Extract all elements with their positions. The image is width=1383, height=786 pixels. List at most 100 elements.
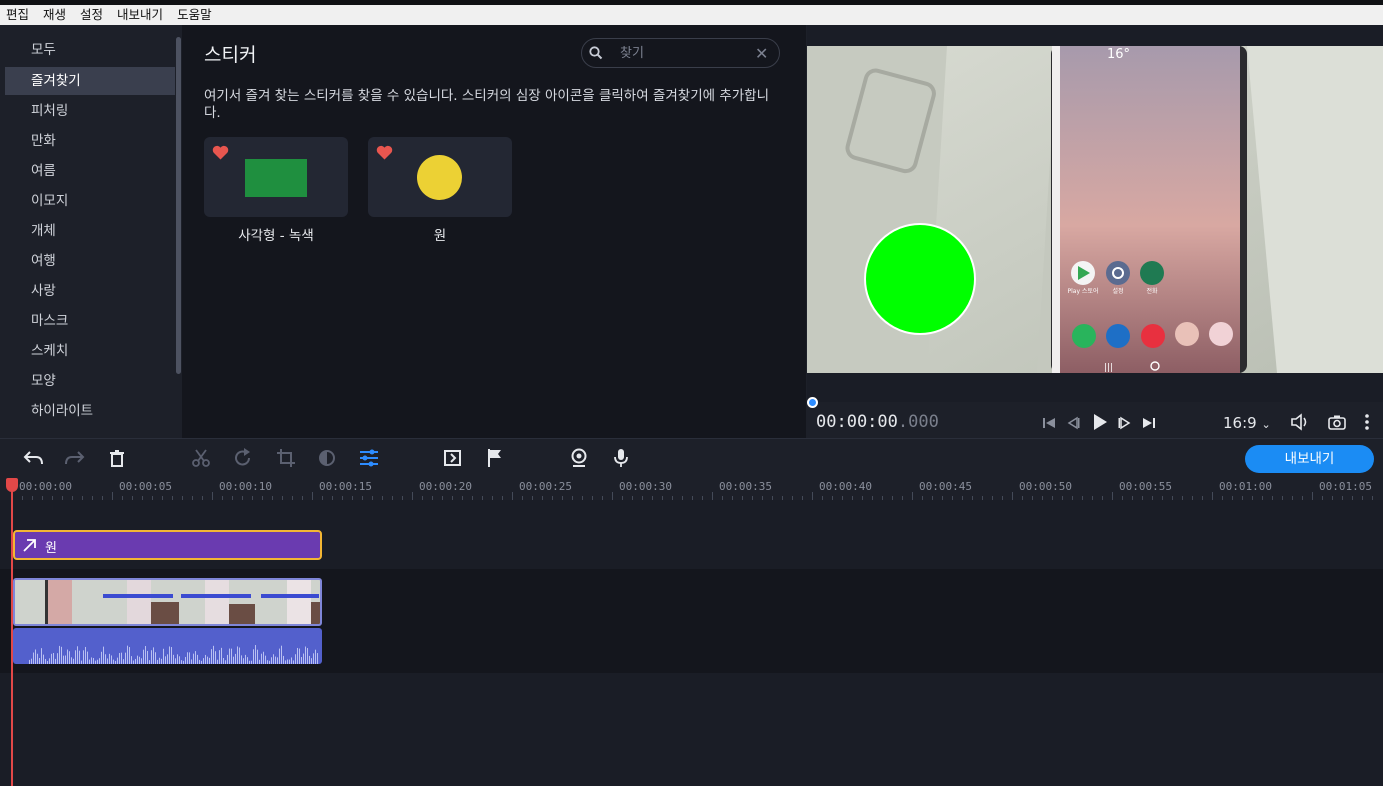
timeline-tick-label: 00:00:05 bbox=[119, 480, 172, 493]
transition-icon[interactable] bbox=[443, 448, 463, 472]
sticker-label: 사각형 - 녹색 bbox=[238, 228, 314, 244]
trash-icon[interactable] bbox=[108, 448, 126, 472]
timeline-tick-label: 00:00:10 bbox=[219, 480, 272, 493]
more-icon[interactable] bbox=[1364, 413, 1370, 435]
menu-playback[interactable]: 재생 bbox=[37, 5, 74, 25]
timeline-tick-label: 00:00:25 bbox=[519, 480, 572, 493]
sidebar-item-summer[interactable]: 여름 bbox=[5, 157, 175, 185]
skip-back-icon[interactable] bbox=[1042, 415, 1056, 434]
sidebar-scrollbar[interactable] bbox=[176, 37, 181, 374]
sticker-clip[interactable] bbox=[13, 530, 322, 560]
sidebar-item-highlights[interactable]: 하이라이트 bbox=[5, 397, 175, 425]
timeline-tick-label: 00:01:05 bbox=[1319, 480, 1372, 493]
sidebar-item-travel[interactable]: 여행 bbox=[5, 247, 175, 275]
timeline-playhead-handle[interactable] bbox=[6, 478, 18, 492]
timeline-playhead[interactable] bbox=[11, 478, 13, 786]
aspect-ratio-select[interactable]: 16:9 ⌄ bbox=[1223, 414, 1271, 432]
timeline-tick bbox=[712, 492, 713, 500]
audio-waveform bbox=[29, 645, 318, 664]
step-back-icon[interactable] bbox=[1066, 415, 1080, 434]
undo-icon[interactable] bbox=[22, 448, 44, 472]
chevron-down-icon: ⌄ bbox=[1261, 418, 1271, 431]
microphone-icon[interactable] bbox=[612, 448, 630, 472]
sidebar-item-objects[interactable]: 개체 bbox=[5, 217, 175, 245]
timeline-tick bbox=[312, 492, 313, 500]
menu-bar: 편집 재생 설정 내보내기 도움말 bbox=[0, 5, 1383, 25]
favorites-description: 여기서 즐겨 찾는 스티커를 찾을 수 있습니다. 스티커의 심장 아이콘을 클… bbox=[204, 88, 770, 121]
svg-text:전화: 전화 bbox=[1146, 287, 1158, 295]
sticker-thumbnail bbox=[245, 159, 307, 197]
page-title: 스티커 bbox=[204, 44, 257, 66]
timeline-tick bbox=[1012, 492, 1013, 500]
sidebar-item-cartoon[interactable]: 만화 bbox=[5, 127, 175, 155]
timeline-tick-label: 00:00:55 bbox=[1119, 480, 1172, 493]
sticker-label: 원 bbox=[433, 228, 447, 244]
timeline-tick-label: 00:00:00 bbox=[19, 480, 72, 493]
timeline-tick-label: 00:00:15 bbox=[319, 480, 372, 493]
sidebar-item-featured[interactable]: 피처링 bbox=[5, 97, 175, 125]
menu-export[interactable]: 내보내기 bbox=[111, 5, 171, 25]
webcam-icon[interactable] bbox=[569, 448, 589, 472]
menu-help[interactable]: 도움말 bbox=[171, 5, 220, 25]
redo-icon[interactable] bbox=[64, 448, 86, 472]
timeline-tick-label: 00:00:40 bbox=[819, 480, 872, 493]
sticker-thumbnail bbox=[417, 155, 462, 200]
svg-text:Play 스토어: Play 스토어 bbox=[1068, 287, 1099, 295]
marker-icon[interactable] bbox=[486, 448, 504, 472]
adjust-icon[interactable] bbox=[359, 448, 379, 472]
empty-track-area bbox=[0, 673, 1383, 786]
timeline-tick bbox=[1312, 492, 1313, 500]
sticker-card-circle[interactable] bbox=[368, 137, 512, 217]
sidebar-item-love[interactable]: 사랑 bbox=[5, 277, 175, 305]
export-button[interactable]: 내보내기 bbox=[1245, 445, 1374, 473]
aspect-ratio-value: 16:9 bbox=[1223, 414, 1257, 432]
cut-icon[interactable] bbox=[191, 448, 211, 472]
rotate-icon[interactable] bbox=[233, 448, 253, 472]
timeline-tick-label: 00:00:45 bbox=[919, 480, 972, 493]
timeline-tick bbox=[412, 492, 413, 500]
close-icon[interactable]: ✕ bbox=[755, 44, 768, 63]
search-input[interactable] bbox=[620, 41, 750, 65]
timeline-tick-label: 00:00:35 bbox=[719, 480, 772, 493]
sticker-category-sidebar: 모두 즐겨찾기 피처링 만화 여름 이모지 개체 여행 사랑 마스크 스케치 모… bbox=[0, 25, 182, 438]
timeline-tick bbox=[1112, 492, 1113, 500]
sidebar-item-shapes[interactable]: 모양 bbox=[5, 367, 175, 395]
timecode-main: 00:00:00 bbox=[816, 412, 898, 432]
volume-icon[interactable] bbox=[1290, 413, 1310, 435]
step-forward-icon[interactable] bbox=[1118, 415, 1132, 434]
heart-icon[interactable] bbox=[376, 145, 393, 164]
sidebar-item-masks[interactable]: 마스크 bbox=[5, 307, 175, 335]
heart-icon[interactable] bbox=[212, 145, 229, 164]
skip-forward-icon[interactable] bbox=[1142, 415, 1156, 434]
color-icon[interactable] bbox=[318, 448, 338, 472]
menu-settings[interactable]: 설정 bbox=[74, 5, 111, 25]
sidebar-item-sketch[interactable]: 스케치 bbox=[5, 337, 175, 365]
sidebar-item-all[interactable]: 모두 bbox=[5, 36, 175, 64]
timeline-tick-label: 00:00:20 bbox=[419, 480, 472, 493]
timeline-tick-label: 00:00:50 bbox=[1019, 480, 1072, 493]
sticker-overlay-circle bbox=[864, 223, 976, 335]
timeline-tick bbox=[212, 492, 213, 500]
timecode: 00:00:00.000 bbox=[816, 412, 939, 432]
sticker-card-green-rectangle[interactable] bbox=[204, 137, 348, 217]
video-clip[interactable] bbox=[13, 578, 322, 626]
timeline-tick bbox=[612, 492, 613, 500]
video-preview[interactable]: 16° Play 스토어 설정 전화 ||| bbox=[807, 46, 1383, 373]
preview-progress-area bbox=[807, 373, 1383, 402]
timeline-tick bbox=[112, 492, 113, 500]
svg-text:|||: ||| bbox=[1104, 363, 1113, 373]
timecode-ms: .000 bbox=[897, 412, 939, 432]
crop-icon[interactable] bbox=[276, 448, 296, 472]
audio-clip[interactable] bbox=[13, 628, 322, 664]
preview-scrubber[interactable] bbox=[807, 397, 818, 408]
play-icon[interactable] bbox=[1091, 413, 1109, 435]
sidebar-item-emoji[interactable]: 이모지 bbox=[5, 187, 175, 215]
snapshot-icon[interactable] bbox=[1328, 414, 1346, 434]
arrow-icon bbox=[21, 536, 39, 558]
timeline-tick bbox=[1212, 492, 1213, 500]
menu-edit[interactable]: 편집 bbox=[0, 5, 37, 25]
svg-text:설정: 설정 bbox=[1112, 287, 1123, 295]
sidebar-item-favorites[interactable]: 즐겨찾기 bbox=[5, 67, 175, 95]
timeline-tick bbox=[812, 492, 813, 500]
timeline-tick-label: 00:01:00 bbox=[1219, 480, 1272, 493]
